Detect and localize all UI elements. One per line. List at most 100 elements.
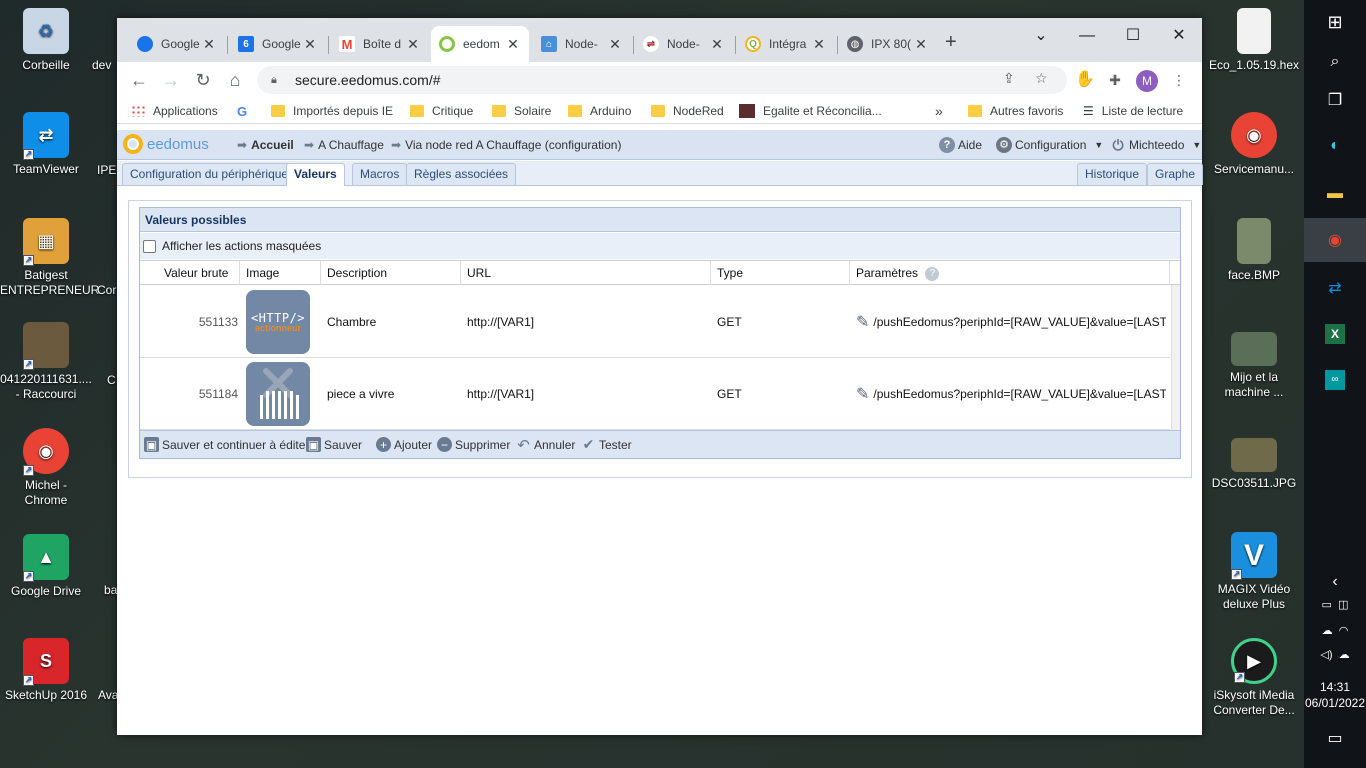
desktop-icon-mijo[interactable]: Mijo et la machine ... [1208,332,1300,400]
bookmark-folder[interactable]: Solaire [492,102,551,120]
tab-rules[interactable]: Règles associées [406,163,517,185]
clock-date[interactable]: 06/01/2022 [1304,696,1366,711]
bookmark-folder[interactable]: Critique [410,102,473,120]
taskbar-teamviewer[interactable]: ⇄ [1304,266,1366,310]
desktop-icon-iskysoft[interactable]: ▶ ↗ iSkysoft iMedia Converter De... [1208,638,1300,718]
cell-url[interactable]: http://[VAR1] [467,286,534,358]
desktop-icon-google-drive[interactable]: ▲ ↗ Google Drive [0,534,92,599]
battery-icon[interactable]: ▭ [1322,598,1332,611]
reload-button[interactable]: ↻ [191,68,215,92]
close-icon[interactable]: ✕ [913,36,929,53]
close-window-button[interactable]: ✕ [1159,22,1199,50]
close-icon[interactable]: ✕ [811,36,827,53]
clock-time[interactable]: 14:31 [1304,680,1366,695]
close-icon[interactable]: ✕ [201,36,217,53]
desktop-icon-sketchup[interactable]: S ↗ SketchUp 2016 [0,638,92,703]
close-icon[interactable]: ✕ [405,36,421,53]
configuration-menu[interactable]: ⚙ Configuration ▼ [996,137,1103,153]
taskbar-arduino[interactable]: ∞ [1304,358,1366,402]
desktop-icon-servicemanu[interactable]: ◉ Servicemanu... [1208,112,1300,177]
desktop-icon-batigest[interactable]: ▦ ↗ Batigest ENTREPRENEUR [0,218,99,298]
share-icon[interactable]: ⇪ [1003,70,1015,87]
breadcrumb-room[interactable]: ➡ A Chauffage [304,138,384,152]
pencil-icon[interactable]: ✎ [856,312,869,332]
browser-tab-active[interactable]: eedom ✕ [431,26,529,62]
cell-type[interactable]: GET [717,286,742,358]
add-button[interactable]: + Ajouter [376,437,432,452]
browser-tab[interactable]: 6 Google ✕ [230,26,326,62]
tab-graph[interactable]: Graphe [1147,163,1204,185]
test-button[interactable]: ✔ Tester [581,436,632,452]
desktop-icon-magix[interactable]: V ↗ MAGIX Vidéo deluxe Plus [1208,532,1300,612]
cell-description[interactable]: piece a vivre [327,358,394,430]
close-icon[interactable]: ✕ [505,36,521,53]
device-icon[interactable]: ◫ [1338,598,1348,611]
breadcrumb-device[interactable]: ➡ Via node red A Chauffage (configuration… [391,138,621,152]
cell-type[interactable]: GET [717,358,742,430]
taskbar-explorer[interactable]: ▬ [1304,172,1366,216]
desktop-icon-michel-chrome[interactable]: ◉ ↗ Michel - Chrome [0,428,92,508]
profile-button[interactable]: M [1135,68,1159,92]
browser-tab[interactable]: M Boîte d ✕ [331,26,429,62]
star-icon[interactable]: ☆ [1035,70,1048,87]
cell-params[interactable]: ✎ /pushEedomus?periphId=[RAW_VALUE]&valu… [856,286,1166,358]
adblock-icon[interactable]: ✋ [1073,68,1097,92]
bookmarks-overflow[interactable]: » [935,102,943,120]
show-hidden-label[interactable]: Afficher les actions masquées [162,239,321,253]
reading-list[interactable]: ☰ Liste de lecture [1083,102,1183,120]
bookmark-applications[interactable]: Applications [131,102,218,120]
tab-search-button[interactable]: ⌄ [1021,22,1061,50]
new-tab-button[interactable]: + [945,32,957,52]
tab-device-config[interactable]: Configuration du périphérique [122,163,297,185]
tab-history[interactable]: Historique [1077,163,1148,185]
desktop-icon-dsc03511[interactable]: DSC03511.JPG [1208,438,1300,491]
menu-icon[interactable]: ⋮ [1167,68,1191,92]
bookmark-google[interactable]: G [237,102,247,120]
extensions-icon[interactable]: ✚ [1103,68,1127,92]
browser-tab[interactable]: ◍ IPX 80( ✕ [839,26,937,62]
other-bookmarks[interactable]: Autres favoris [968,102,1063,120]
table-row[interactable]: 551184 piece a vivre http://[VAR1] GET ✎… [140,358,1170,430]
cell-params[interactable]: ✎ /pushEedomus?periphId=[RAW_VALUE]&valu… [856,358,1166,430]
address-bar[interactable]: 🔒︎ secure.eedomus.com/# ⇪ ☆ [257,66,1067,94]
cell-image[interactable]: <HTTP/> actionneur [246,286,310,358]
bookmark-site[interactable]: Egalite et Réconcilia... [739,102,882,120]
vertical-scrollbar[interactable] [1171,285,1180,430]
desktop-icon-teamviewer[interactable]: ⇄ ↗ TeamViewer [0,112,92,177]
forward-button[interactable]: → [159,68,183,92]
browser-tab[interactable]: Google ✕ [129,26,225,62]
browser-tab[interactable]: ⌂ Node- ✕ [533,26,631,62]
desktop-icon-corbeille[interactable]: ♻ Corbeille [0,8,92,73]
cancel-button[interactable]: ↶ Annuler [516,437,575,454]
taskbar-edge[interactable]: ◐ [1304,124,1366,168]
desktop-icon-face-bmp[interactable]: face.BMP [1208,218,1300,283]
cell-url[interactable]: http://[VAR1] [467,358,534,430]
browser-tab[interactable]: ⇌ Node- ✕ [635,26,733,62]
maximize-button[interactable]: ☐ [1113,22,1153,50]
volume-icon[interactable]: ◁) [1320,648,1332,661]
notification-center[interactable]: ▭ [1304,716,1366,760]
cell-description[interactable]: Chambre [327,286,376,358]
task-view-button[interactable]: ❐ [1304,78,1366,122]
save-button[interactable]: ▣ Sauver [306,437,362,452]
browser-tab[interactable]: Q Intégra ✕ [737,26,835,62]
bookmark-folder[interactable]: Importés depuis IE [271,102,393,120]
table-row[interactable]: 551133 <HTTP/> actionneur Chambre http:/… [140,286,1170,358]
tab-macros[interactable]: Macros [352,163,408,185]
eedomus-logo[interactable]: eedomus [123,134,209,154]
close-icon[interactable]: ✕ [607,36,623,53]
desktop-icon-eco-hex[interactable]: Eco_1.05.19.hex [1208,8,1300,73]
cell-image[interactable] [246,358,310,430]
start-button[interactable]: ⊞ [1304,0,1366,44]
close-icon[interactable]: ✕ [709,36,725,53]
bookmark-folder[interactable]: NodeRed [651,102,724,120]
back-button[interactable]: ← [127,68,151,92]
url-text[interactable]: secure.eedomus.com/# [295,72,441,88]
show-hidden-checkbox[interactable] [143,239,156,253]
cloud-upload-icon[interactable]: ☁ [1339,648,1350,661]
home-button[interactable]: ⌂ [223,68,247,92]
taskbar-chrome[interactable]: ◉ [1304,218,1366,262]
minimize-button[interactable]: — [1067,22,1107,50]
close-icon[interactable]: ✕ [302,36,318,53]
desktop-icon-photo-shortcut[interactable]: ↗ 041220111631.... - Raccourci [0,322,92,402]
